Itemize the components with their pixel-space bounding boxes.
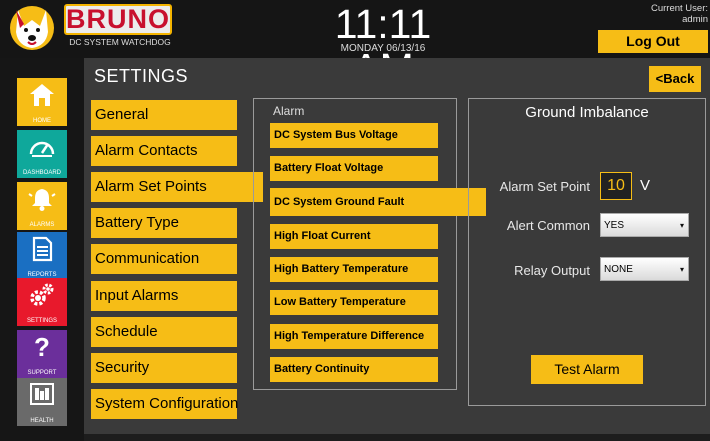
settings-menu-general[interactable]: General xyxy=(91,100,237,130)
settings-menu-input-alarms[interactable]: Input Alarms xyxy=(91,281,237,311)
set-point-unit: V xyxy=(640,177,651,194)
test-alarm-button[interactable]: Test Alarm xyxy=(531,355,643,384)
health-icon xyxy=(30,383,54,405)
settings-menu-communication[interactable]: Communication xyxy=(91,244,237,274)
brand-name: BRUNO xyxy=(64,4,172,35)
settings-menu-alarm-contacts[interactable]: Alarm Contacts xyxy=(91,136,237,166)
alarm-group-legend: Alarm xyxy=(273,104,305,118)
clock-date: MONDAY 06/13/16 xyxy=(340,43,426,54)
alarm-battery-continuity[interactable]: Battery Continuity xyxy=(270,357,438,382)
alarm-dc-system-bus-voltage[interactable]: DC System Bus Voltage xyxy=(270,123,438,148)
gears-icon xyxy=(30,283,54,306)
bell-icon xyxy=(28,189,56,211)
settings-menu-schedule[interactable]: Schedule xyxy=(91,317,237,347)
home-icon xyxy=(30,84,54,106)
nav-settings-label: SETTINGS xyxy=(26,318,57,324)
current-user-label: Current User: xyxy=(650,3,708,14)
document-icon xyxy=(32,236,53,262)
relay-output-value: NONE xyxy=(604,264,633,275)
settings-menu-system-configuration[interactable]: System Configuration xyxy=(91,389,238,419)
current-user-name: admin xyxy=(682,14,708,25)
alarm-high-temperature-difference[interactable]: High Temperature Difference xyxy=(270,324,438,349)
logout-button[interactable]: Log Out xyxy=(598,30,708,53)
alarm-high-battery-temperature[interactable]: High Battery Temperature xyxy=(270,257,438,282)
alarm-battery-float-voltage[interactable]: Battery Float Voltage xyxy=(270,156,438,181)
back-button[interactable]: <Back xyxy=(649,66,701,92)
alert-common-label: Alert Common xyxy=(506,218,590,233)
settings-menu-alarm-set-points[interactable]: Alarm Set Points xyxy=(91,172,263,202)
svg-text:?: ? xyxy=(34,334,50,360)
alert-common-value: YES xyxy=(604,220,625,231)
alarm-low-battery-temperature[interactable]: Low Battery Temperature xyxy=(270,290,438,315)
chevron-down-icon: ▾ xyxy=(679,265,684,274)
set-point-label: Alarm Set Point xyxy=(499,179,590,194)
nav-health-label: HEALTH xyxy=(30,418,54,424)
nav-settings[interactable]: SETTINGS xyxy=(17,278,67,326)
alarm-high-float-current[interactable]: High Float Current xyxy=(270,224,438,249)
nav-health[interactable]: HEALTH xyxy=(17,378,67,426)
nav-alarms-label: ALARMS xyxy=(29,222,55,228)
question-icon: ? xyxy=(34,334,50,360)
page-title: SETTINGS xyxy=(94,66,189,86)
sidebar-nav: HOME DASHBOARD ALARMS REPORTS SETTINGS ?… xyxy=(0,58,84,441)
nav-home-label: HOME xyxy=(33,118,51,124)
gauge-icon xyxy=(29,141,55,157)
chevron-down-icon: ▾ xyxy=(679,221,684,230)
nav-home[interactable]: HOME xyxy=(17,78,67,126)
nav-reports[interactable]: REPORTS xyxy=(17,232,67,280)
nav-dashboard[interactable]: DASHBOARD xyxy=(17,130,67,178)
nav-support-label: SUPPORT xyxy=(27,370,57,376)
settings-menu-battery-type[interactable]: Battery Type xyxy=(91,208,237,238)
nav-alarms[interactable]: ALARMS xyxy=(17,182,67,230)
alert-common-select[interactable]: YES ▾ xyxy=(600,213,689,237)
relay-output-label: Relay Output xyxy=(514,263,590,278)
dog-logo-icon xyxy=(10,6,54,50)
set-point-input[interactable]: 10 xyxy=(600,172,632,200)
brand-subtitle: DC SYSTEM WATCHDOG xyxy=(69,37,171,47)
settings-menu-security[interactable]: Security xyxy=(91,353,237,383)
relay-output-select[interactable]: NONE ▾ xyxy=(600,257,689,281)
detail-title: Ground Imbalance xyxy=(525,104,649,121)
nav-dashboard-label: DASHBOARD xyxy=(22,170,61,176)
alarm-dc-system-ground-fault[interactable]: DC System Ground Fault xyxy=(270,188,486,216)
nav-support[interactable]: ? SUPPORT xyxy=(17,330,67,378)
